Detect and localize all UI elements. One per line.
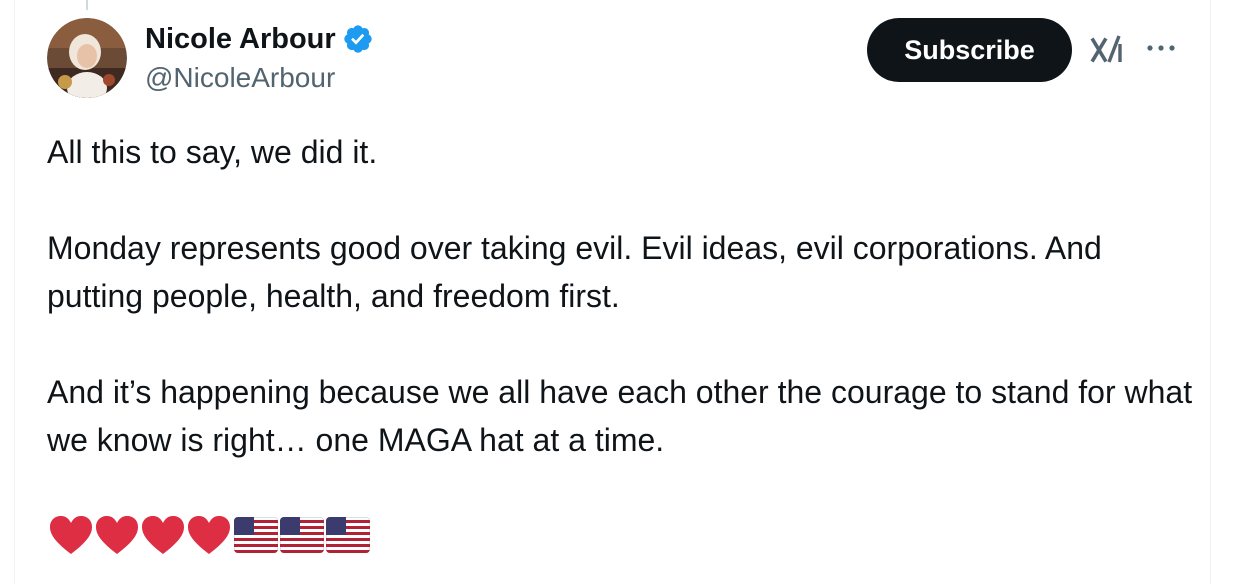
- emoji-row: [48, 514, 370, 556]
- more-options-icon[interactable]: [1143, 30, 1179, 66]
- post-text: All this to say, we did it. Monday repre…: [47, 128, 1197, 464]
- red-heart-icon: [50, 516, 92, 554]
- author-name[interactable]: Nicole Arbour: [145, 22, 336, 56]
- post-paragraph: Monday represents good over taking evil.…: [47, 230, 1102, 314]
- red-heart-icon: [188, 516, 230, 554]
- author-handle[interactable]: @NicoleArbour: [145, 61, 335, 95]
- avatar[interactable]: [47, 18, 127, 98]
- thread-line: [86, 0, 88, 10]
- verified-badge-icon[interactable]: [342, 23, 374, 55]
- grok-icon[interactable]: [1090, 34, 1124, 66]
- post-paragraph: And it’s happening because we all have e…: [47, 374, 1193, 458]
- post-paragraph: All this to say, we did it.: [47, 134, 378, 170]
- us-flag-icon: [280, 517, 324, 553]
- us-flag-icon: [326, 517, 370, 553]
- us-flag-icon: [234, 517, 278, 553]
- subscribe-button[interactable]: Subscribe: [867, 18, 1072, 82]
- red-heart-icon: [96, 516, 138, 554]
- author-row: Nicole Arbour: [145, 22, 374, 56]
- red-heart-icon: [142, 516, 184, 554]
